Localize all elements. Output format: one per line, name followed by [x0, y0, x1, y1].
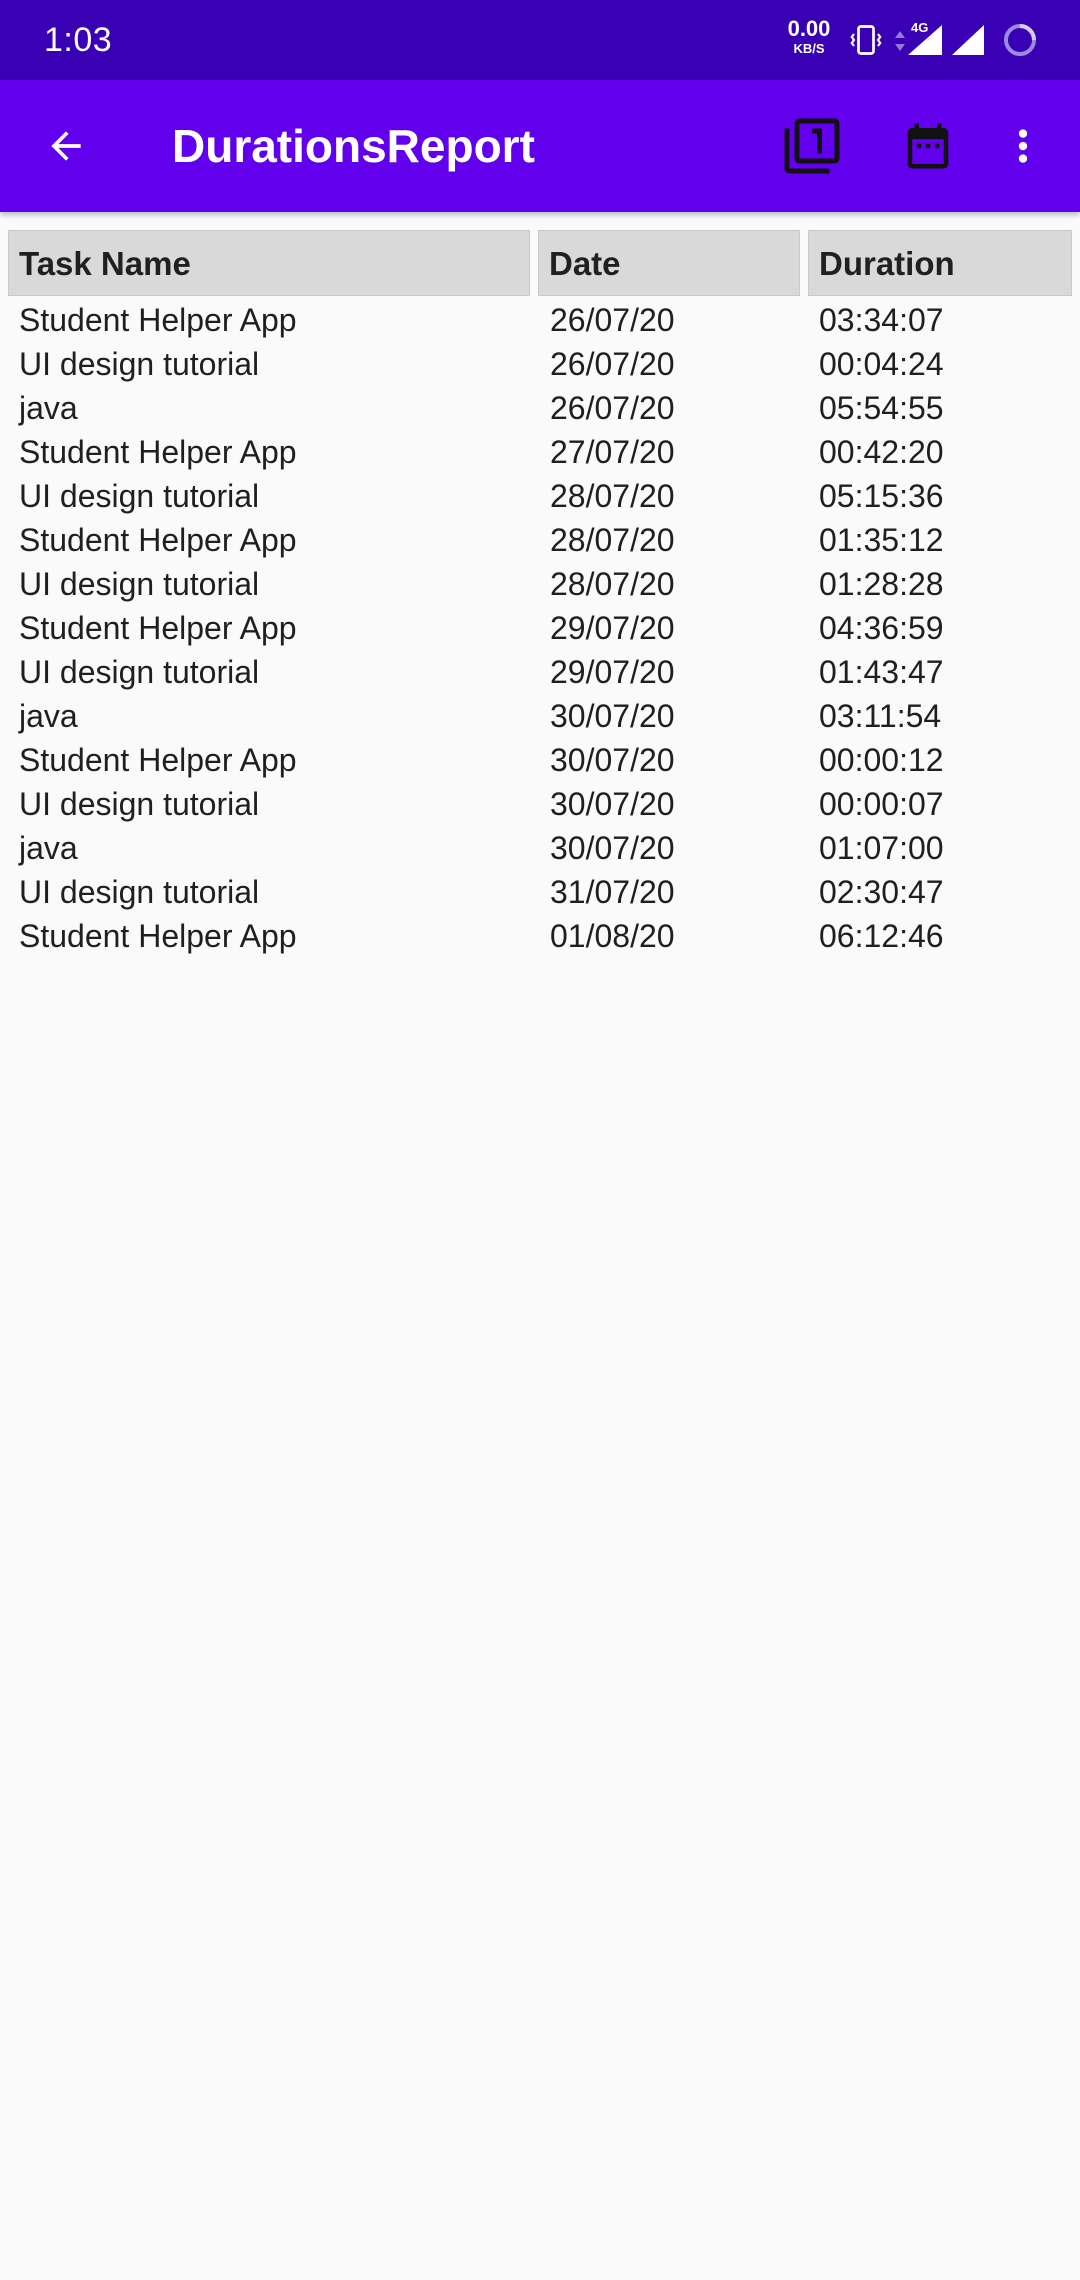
table-row: Student Helper App 01/08/20 06:12:46: [8, 914, 1072, 958]
duration-cell: 02:30:47: [819, 874, 944, 910]
arrow-back-icon: [51, 131, 81, 161]
task-name-cell: Student Helper App: [19, 610, 297, 646]
table-row: Student Helper App 27/07/20 00:42:20: [8, 430, 1072, 474]
duration-cell: 00:42:20: [819, 434, 944, 470]
network-speed-value: 0.00: [787, 16, 831, 41]
duration-cell: 05:54:55: [819, 390, 944, 426]
date-cell: 29/07/20: [550, 654, 675, 690]
task-name-cell: java: [19, 698, 78, 734]
table-row: UI design tutorial 30/07/20 00:00:07: [8, 782, 1072, 826]
table-row: java 26/07/20 05:54:55: [8, 386, 1072, 430]
vibrate-icon: [850, 25, 882, 55]
task-name-cell: UI design tutorial: [19, 566, 260, 602]
more-vert-icon: [1018, 129, 1028, 163]
task-name-cell: Student Helper App: [19, 522, 297, 558]
duration-cell: 01:28:28: [819, 566, 944, 602]
data-arrows-icon: [895, 31, 905, 51]
date-cell: 28/07/20: [550, 478, 675, 514]
durations-table: Task Name Date Duration Student Helper A…: [8, 230, 1072, 958]
status-bar: 1:03 0.00 KB/S 4G: [0, 0, 1080, 80]
date-cell: 30/07/20: [550, 742, 675, 778]
network-speed: 0.00 KB/S: [784, 16, 834, 56]
duration-cell: 03:11:54: [819, 698, 942, 734]
duration-cell: 05:15:36: [819, 478, 944, 514]
more-options-button[interactable]: [988, 108, 1058, 184]
date-cell: 26/07/20: [550, 390, 675, 426]
date-cell: 26/07/20: [550, 346, 675, 382]
filter-one-icon: [784, 118, 840, 174]
task-name-cell: UI design tutorial: [19, 874, 260, 910]
page-title: DurationsReport: [172, 120, 535, 172]
app-bar: DurationsReport: [0, 80, 1080, 212]
date-cell: 28/07/20: [550, 522, 675, 558]
table-row: Student Helper App 28/07/20 01:35:12: [8, 518, 1072, 562]
battery-saver-ring-icon: [1004, 24, 1036, 56]
date-cell: 30/07/20: [550, 698, 675, 734]
column-header-task-name: Task Name: [8, 230, 530, 296]
status-time: 1:03: [44, 21, 113, 59]
duration-cell: 00:00:12: [819, 742, 944, 778]
date-cell: 30/07/20: [550, 830, 675, 866]
table-row: Student Helper App 26/07/20 03:34:07: [8, 298, 1072, 342]
task-name-cell: Student Helper App: [19, 918, 297, 954]
table-row: UI design tutorial 28/07/20 01:28:28: [8, 562, 1072, 606]
date-cell: 27/07/20: [550, 434, 675, 470]
duration-cell: 00:04:24: [819, 346, 944, 382]
duration-cell: 01:35:12: [819, 522, 944, 558]
task-name-cell: Student Helper App: [19, 742, 297, 778]
duration-cell: 06:12:46: [819, 918, 944, 954]
column-header-date: Date: [538, 230, 800, 296]
date-cell: 29/07/20: [550, 610, 675, 646]
signal-icon: [952, 25, 984, 55]
table-row: UI design tutorial 29/07/20 01:43:47: [8, 650, 1072, 694]
filter-one-button[interactable]: [774, 108, 850, 184]
duration-cell: 03:34:07: [819, 302, 944, 338]
duration-cell: 00:00:07: [819, 786, 944, 822]
duration-cell: 01:07:00: [819, 830, 944, 866]
date-cell: 31/07/20: [550, 874, 675, 910]
calendar-icon: [907, 123, 949, 169]
task-name-cell: UI design tutorial: [19, 654, 260, 690]
table-header: Task Name Date Duration: [8, 230, 1072, 298]
calendar-button[interactable]: [890, 108, 966, 184]
task-name-cell: java: [19, 390, 78, 426]
task-name-cell: UI design tutorial: [19, 346, 260, 382]
table-row: java 30/07/20 03:11:54: [8, 694, 1072, 738]
table-row: java 30/07/20 01:07:00: [8, 826, 1072, 870]
task-name-cell: UI design tutorial: [19, 478, 260, 514]
task-name-cell: Student Helper App: [19, 434, 297, 470]
signal-4g-icon: [908, 25, 942, 55]
column-header-duration: Duration: [808, 230, 1072, 296]
date-cell: 28/07/20: [550, 566, 675, 602]
date-cell: 26/07/20: [550, 302, 675, 338]
table-row: Student Helper App 30/07/20 00:00:12: [8, 738, 1072, 782]
task-name-cell: Student Helper App: [19, 302, 297, 338]
date-cell: 30/07/20: [550, 786, 675, 822]
date-cell: 01/08/20: [550, 918, 675, 954]
back-button[interactable]: [28, 110, 104, 182]
duration-cell: 04:36:59: [819, 610, 944, 646]
task-name-cell: java: [19, 830, 78, 866]
table-row: UI design tutorial 31/07/20 02:30:47: [8, 870, 1072, 914]
table-row: UI design tutorial 26/07/20 00:04:24: [8, 342, 1072, 386]
table-row: UI design tutorial 28/07/20 05:15:36: [8, 474, 1072, 518]
task-name-cell: UI design tutorial: [19, 786, 260, 822]
duration-cell: 01:43:47: [819, 654, 944, 690]
network-speed-unit: KB/S: [793, 41, 825, 56]
table-row: Student Helper App 29/07/20 04:36:59: [8, 606, 1072, 650]
